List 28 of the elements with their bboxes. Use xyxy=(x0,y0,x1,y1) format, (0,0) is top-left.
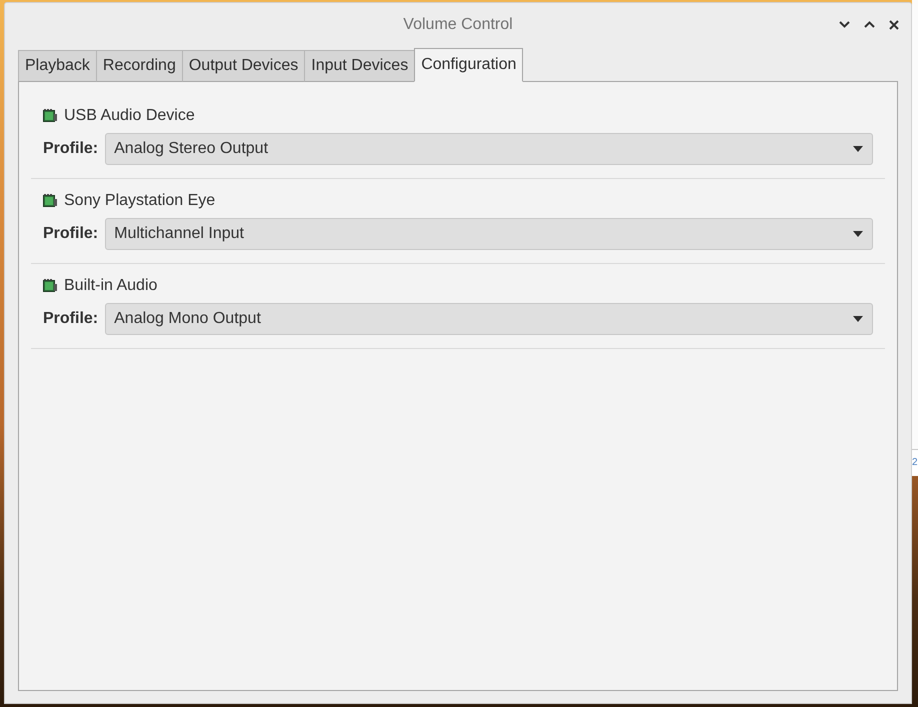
tab[interactable]: Playback xyxy=(18,50,97,82)
chevron-up-icon xyxy=(864,21,874,28)
profile-label: Profile: xyxy=(43,140,98,158)
background-window-text: 2 xyxy=(912,458,918,468)
device-name: USB Audio Device xyxy=(64,107,195,125)
profile-label: Profile: xyxy=(43,225,98,243)
profile-dropdown[interactable]: Analog Stereo Output xyxy=(105,133,873,165)
tab[interactable]: Configuration xyxy=(414,48,524,82)
minimize-button[interactable] xyxy=(838,18,850,30)
close-button[interactable] xyxy=(888,18,900,30)
circuit-card-icon xyxy=(43,109,57,123)
circuit-card-icon xyxy=(43,194,57,208)
chevron-down-icon xyxy=(838,21,850,28)
caret-icon xyxy=(853,146,863,152)
caret-icon xyxy=(853,231,863,237)
close-icon xyxy=(889,20,899,30)
window-title: Volume Control xyxy=(403,16,513,34)
tab[interactable]: Output Devices xyxy=(182,50,306,82)
profile-dropdown[interactable]: Analog Mono Output xyxy=(105,303,873,335)
tab[interactable]: Recording xyxy=(96,50,183,82)
profile-dropdown[interactable]: Multichannel Input xyxy=(105,218,873,250)
device-name: Built-in Audio xyxy=(64,277,158,295)
maximize-button[interactable] xyxy=(863,18,875,30)
device-name: Sony Playstation Eye xyxy=(64,192,216,210)
tab[interactable]: Input Devices xyxy=(304,50,416,82)
caret-icon xyxy=(853,316,863,322)
profile-label: Profile: xyxy=(43,310,98,328)
circuit-card-icon xyxy=(43,279,57,293)
